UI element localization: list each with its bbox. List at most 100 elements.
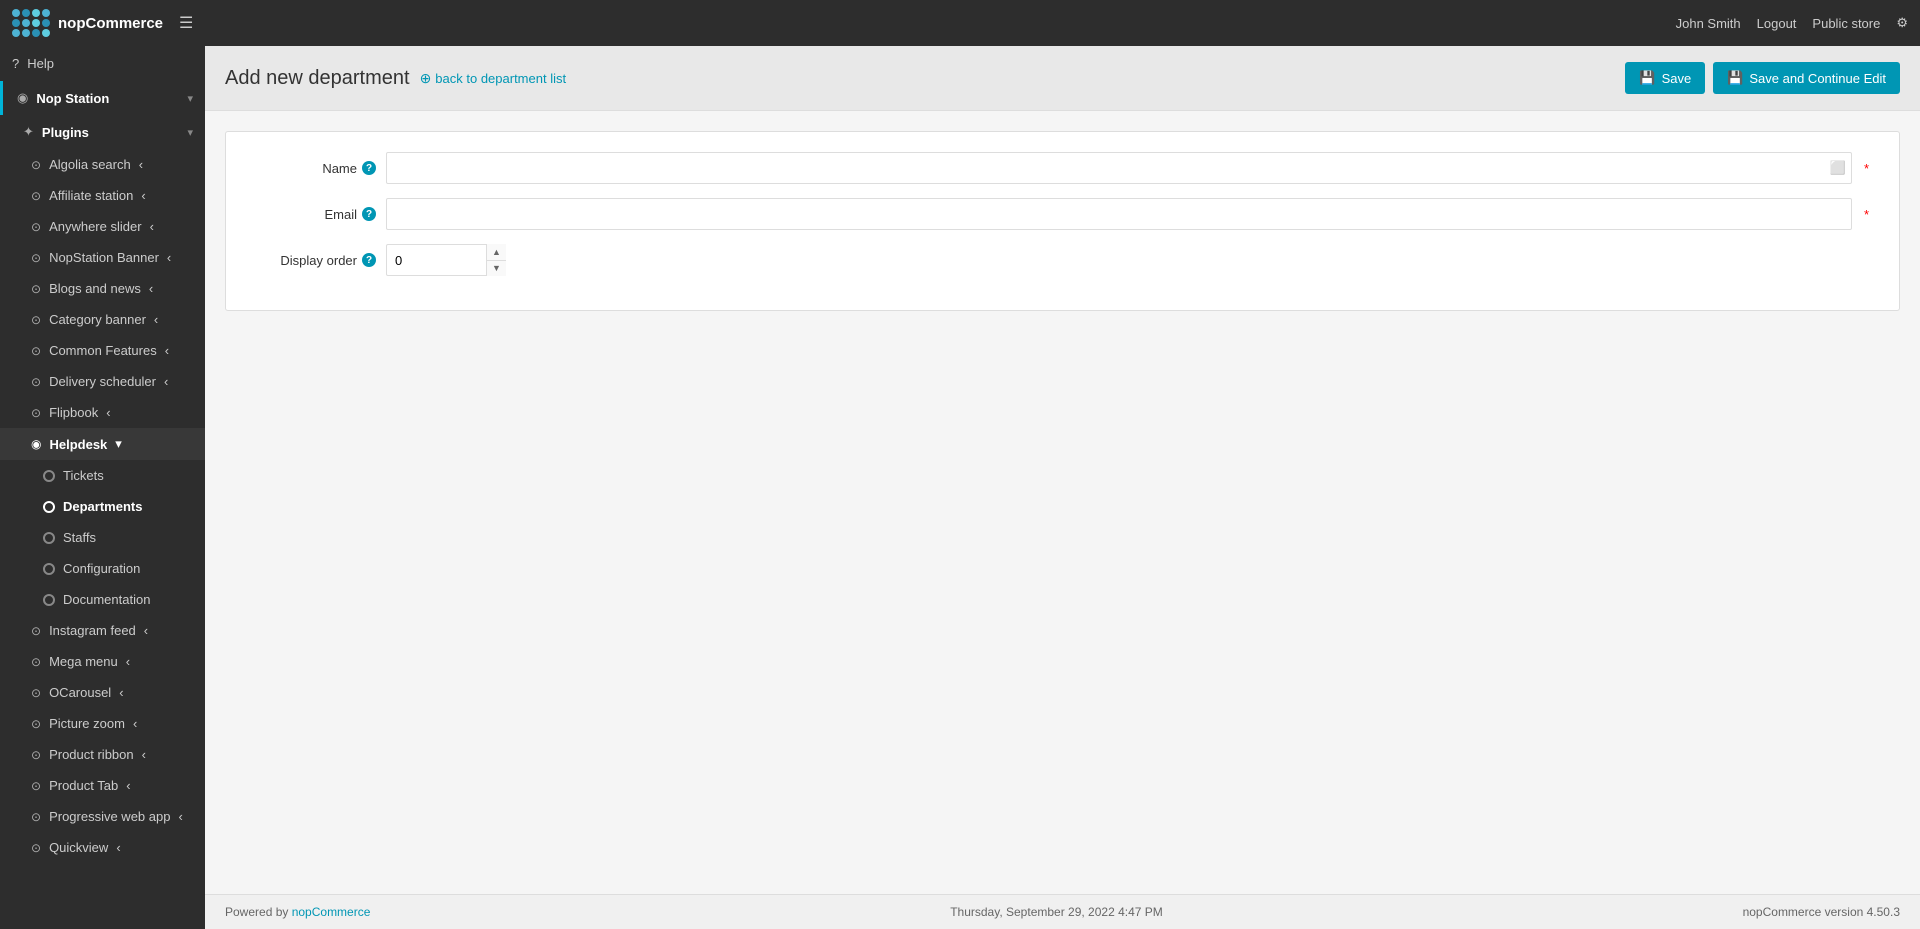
documentation-label: Documentation (63, 592, 150, 607)
instagram-feed-icon: ⊙ (31, 624, 41, 638)
sidebar-item-anywhere-slider[interactable]: ⊙ Anywhere slider ‹ (0, 211, 205, 242)
product-tab-icon: ⊙ (31, 779, 41, 793)
display-order-label: Display order ? (256, 253, 376, 268)
delivery-scheduler-label: Delivery scheduler (49, 374, 156, 389)
ocarousel-chevron: ‹ (119, 685, 123, 700)
sidebar-item-quickview[interactable]: ⊙ Quickview ‹ (0, 832, 205, 863)
display-order-help-icon[interactable]: ? (362, 253, 376, 267)
copy-icon[interactable]: ⬜ (1830, 160, 1846, 176)
product-tab-chevron: ‹ (126, 778, 130, 793)
sidebar-item-helpdesk[interactable]: ◉ Helpdesk ▾ (0, 428, 205, 460)
content-header: Add new department ⊕ back to department … (205, 46, 1920, 111)
sidebar-item-category-banner[interactable]: ⊙ Category banner ‹ (0, 304, 205, 335)
form-row-name: Name ? ⬜ * (256, 152, 1869, 184)
tickets-label: Tickets (63, 468, 104, 483)
algolia-label: Algolia search (49, 157, 131, 172)
anywhere-slider-chevron: ‹ (150, 219, 154, 234)
back-to-list-link[interactable]: ⊕ back to department list (420, 70, 567, 87)
nopstation-banner-chevron: ‹ (167, 250, 171, 265)
email-help-icon[interactable]: ? (362, 207, 376, 221)
affiliate-icon: ⊙ (31, 189, 41, 203)
sidebar-item-plugins[interactable]: ✦ Plugins ▾ (0, 115, 205, 149)
name-input[interactable] (386, 152, 1852, 184)
topnav: nopCommerce ☰ John Smith Logout Public s… (0, 0, 1920, 46)
sidebar-item-picture-zoom[interactable]: ⊙ Picture zoom ‹ (0, 708, 205, 739)
gear-icon[interactable]: ⚙ (1896, 15, 1908, 31)
display-order-input-wrap: 0 ▲ ▼ (386, 244, 506, 276)
sidebar-item-ocarousel[interactable]: ⊙ OCarousel ‹ (0, 677, 205, 708)
save-button[interactable]: 💾 Save (1625, 62, 1705, 94)
sidebar-item-help[interactable]: ? Help (0, 46, 205, 81)
sidebar-item-algolia[interactable]: ⊙ Algolia search ‹ (0, 149, 205, 180)
main-layout: ? Help ◉ Nop Station ▾ ✦ Plugins ▾ ⊙ Alg… (0, 46, 1920, 929)
plugins-chevron: ▾ (187, 126, 193, 139)
sidebar-item-configuration[interactable]: Configuration (0, 553, 205, 584)
quickview-chevron: ‹ (116, 840, 120, 855)
name-required-star: * (1864, 161, 1869, 176)
sidebar-item-staffs[interactable]: Staffs (0, 522, 205, 553)
picture-zoom-icon: ⊙ (31, 717, 41, 731)
delivery-scheduler-icon: ⊙ (31, 375, 41, 389)
content-header-actions: 💾 Save 💾 Save and Continue Edit (1625, 62, 1900, 94)
logo-text: nopCommerce (58, 15, 163, 32)
footer-nopcommerce-link[interactable]: nopCommerce (292, 905, 371, 919)
category-banner-icon: ⊙ (31, 313, 41, 327)
sidebar-item-affiliate[interactable]: ⊙ Affiliate station ‹ (0, 180, 205, 211)
quickview-label: Quickview (49, 840, 108, 855)
sidebar-item-documentation[interactable]: Documentation (0, 584, 205, 615)
sidebar-item-blogs-news[interactable]: ⊙ Blogs and news ‹ (0, 273, 205, 304)
flipbook-label: Flipbook (49, 405, 98, 420)
spinner-up[interactable]: ▲ (487, 244, 506, 261)
hamburger-icon[interactable]: ☰ (179, 13, 193, 33)
name-help-icon[interactable]: ? (362, 161, 376, 175)
public-store-link[interactable]: Public store (1812, 16, 1880, 31)
logo[interactable]: nopCommerce (12, 9, 163, 37)
algolia-icon: ⊙ (31, 158, 41, 172)
progressive-web-app-chevron: ‹ (178, 809, 182, 824)
blogs-news-chevron: ‹ (149, 281, 153, 296)
sidebar-item-tickets[interactable]: Tickets (0, 460, 205, 491)
product-ribbon-icon: ⊙ (31, 748, 41, 762)
footer-version: nopCommerce version 4.50.3 (1743, 905, 1900, 919)
name-label: Name ? (256, 161, 376, 176)
save-continue-label: Save and Continue Edit (1749, 71, 1886, 86)
sidebar-item-nopstation[interactable]: ◉ Nop Station ▾ (0, 81, 205, 115)
mega-menu-icon: ⊙ (31, 655, 41, 669)
tickets-circle (43, 470, 55, 482)
sidebar-item-departments[interactable]: Departments (0, 491, 205, 522)
sidebar-item-common-features[interactable]: ⊙ Common Features ‹ (0, 335, 205, 366)
instagram-feed-chevron: ‹ (144, 623, 148, 638)
configuration-label: Configuration (63, 561, 140, 576)
logout-link[interactable]: Logout (1757, 16, 1797, 31)
save-continue-icon: 💾 (1727, 70, 1743, 86)
sidebar-item-instagram-feed[interactable]: ⊙ Instagram feed ‹ (0, 615, 205, 646)
sidebar-item-flipbook[interactable]: ⊙ Flipbook ‹ (0, 397, 205, 428)
footer-date: Thursday, September 29, 2022 4:47 PM (950, 905, 1163, 919)
form-row-email: Email ? * (256, 198, 1869, 230)
plugins-icon: ✦ (23, 124, 34, 140)
documentation-circle (43, 594, 55, 606)
save-label: Save (1662, 71, 1692, 86)
instagram-feed-label: Instagram feed (49, 623, 136, 638)
nopstation-banner-label: NopStation Banner (49, 250, 159, 265)
spinner-down[interactable]: ▼ (487, 261, 506, 277)
common-features-chevron: ‹ (165, 343, 169, 358)
sidebar-item-product-tab[interactable]: ⊙ Product Tab ‹ (0, 770, 205, 801)
email-input[interactable] (386, 198, 1852, 230)
save-continue-button[interactable]: 💾 Save and Continue Edit (1713, 62, 1900, 94)
sidebar-item-progressive-web-app[interactable]: ⊙ Progressive web app ‹ (0, 801, 205, 832)
save-icon: 💾 (1639, 70, 1655, 86)
topnav-left: nopCommerce ☰ (12, 9, 193, 37)
content-header-left: Add new department ⊕ back to department … (225, 67, 566, 90)
common-features-label: Common Features (49, 343, 157, 358)
sidebar-item-product-ribbon[interactable]: ⊙ Product ribbon ‹ (0, 739, 205, 770)
sidebar-item-nopstation-banner[interactable]: ⊙ NopStation Banner ‹ (0, 242, 205, 273)
delivery-scheduler-chevron: ‹ (164, 374, 168, 389)
mega-menu-chevron: ‹ (126, 654, 130, 669)
email-label: Email ? (256, 207, 376, 222)
sidebar-item-delivery-scheduler[interactable]: ⊙ Delivery scheduler ‹ (0, 366, 205, 397)
helpdesk-label: Helpdesk (49, 437, 107, 452)
picture-zoom-label: Picture zoom (49, 716, 125, 731)
quickview-icon: ⊙ (31, 841, 41, 855)
sidebar-item-mega-menu[interactable]: ⊙ Mega menu ‹ (0, 646, 205, 677)
